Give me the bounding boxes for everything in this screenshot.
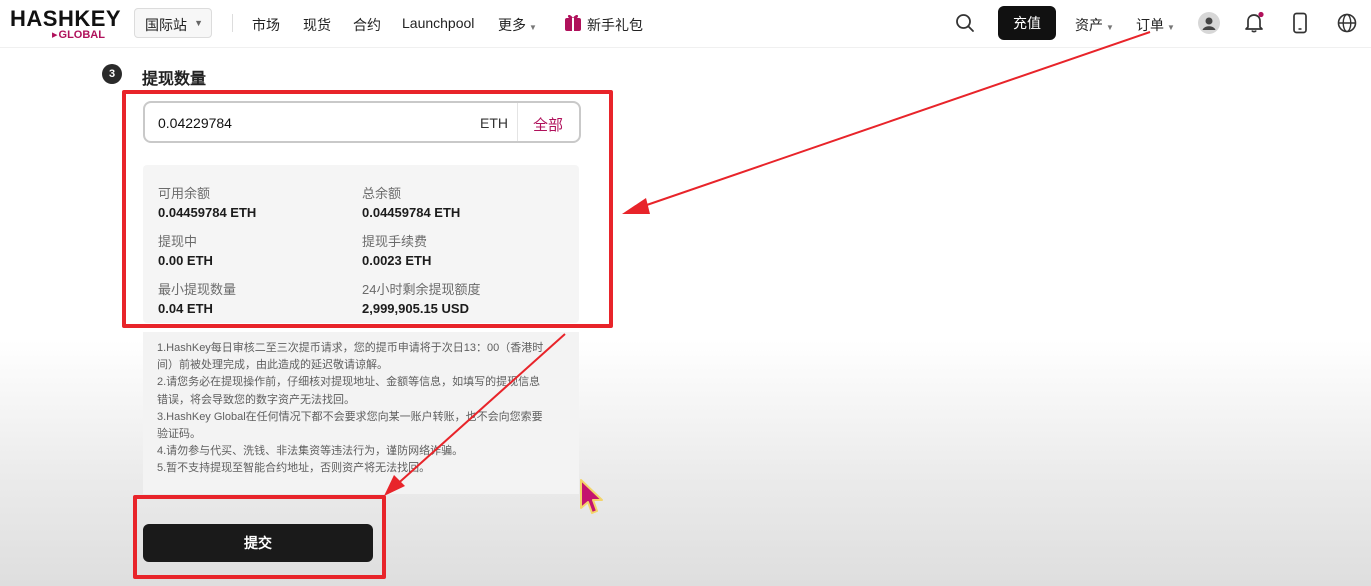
nav-more-label: 更多 [498,17,526,33]
cursor-icon [580,479,603,514]
hashkey-logo[interactable]: HASHKEY GLOBAL [10,6,121,42]
orders-menu[interactable]: 订单 ▼ [1136,15,1175,35]
step-title: 提现数量 [142,71,207,88]
nav-launchpool[interactable]: Launchpool [402,15,474,31]
note-line: 4.请勿参与代买、洗钱、非法集资等违法行为，谨防网络诈骗。 [157,445,464,458]
chevron-down-icon: ▼ [1167,23,1175,32]
arrowhead [622,198,650,214]
site-select-label: 国际站 [145,17,187,33]
user-icon [1202,17,1216,30]
avatar[interactable] [1198,12,1220,34]
note-line: 2.请您务必在提现操作前，仔细核对提现地址、金额等信息，如填写的提现信息 [157,376,541,389]
deposit-button[interactable]: 充值 [998,6,1056,40]
note-line: 3.HashKey Global在任何情况下都不会要求您向某一账户转账，也不会向… [157,410,543,423]
note-line: 验证码。 [157,428,201,441]
chevron-down-icon: ▼ [1106,23,1114,32]
note-line: 5.暂不支持提现至智能合约地址，否则资产将无法找回。 [157,462,431,475]
note-line: 间）前被处理完成，由此造成的延迟敬请谅解。 [157,359,388,372]
highlight-box-submit [133,495,386,579]
top-nav-bar: HASHKEY GLOBAL 国际站 ▼ 市场 现货 合约 Launchpool… [0,0,1371,48]
site-select-dropdown[interactable]: 国际站 ▼ [134,8,212,38]
nav-spot[interactable]: 现货 [303,15,331,35]
nav-market[interactable]: 市场 [252,15,280,35]
phone-icon[interactable] [1291,12,1309,34]
logo-sub-text: GLOBAL [52,28,105,41]
nav-gift-package[interactable]: 新手礼包 [587,15,643,35]
gift-icon[interactable] [564,12,582,32]
chevron-down-icon: ▼ [194,18,203,28]
nav-futures[interactable]: 合约 [353,15,381,35]
globe-icon[interactable] [1336,12,1358,34]
assets-menu-label: 资产 [1075,17,1103,33]
step-number-badge: 3 [102,64,122,84]
bell-icon[interactable] [1243,11,1265,33]
nav-divider [232,14,233,32]
chevron-down-icon: ▼ [529,23,537,32]
note-line: 错误，将会导致您的数字资产无法找回。 [157,393,355,406]
arrow-line-to-amount [637,31,1151,209]
orders-menu-label: 订单 [1136,17,1164,33]
nav-more[interactable]: 更多 ▼ [498,15,537,35]
highlight-box-amount [122,90,613,328]
note-line: 1.HashKey每日审核二至三次提币请求，您的提币申请将于次日13：00（香港… [157,342,544,354]
assets-menu[interactable]: 资产 ▼ [1075,15,1114,35]
search-icon[interactable] [955,13,975,33]
withdraw-notes: 1.HashKey每日审核二至三次提币请求，您的提币申请将于次日13：00（香港… [143,332,579,494]
